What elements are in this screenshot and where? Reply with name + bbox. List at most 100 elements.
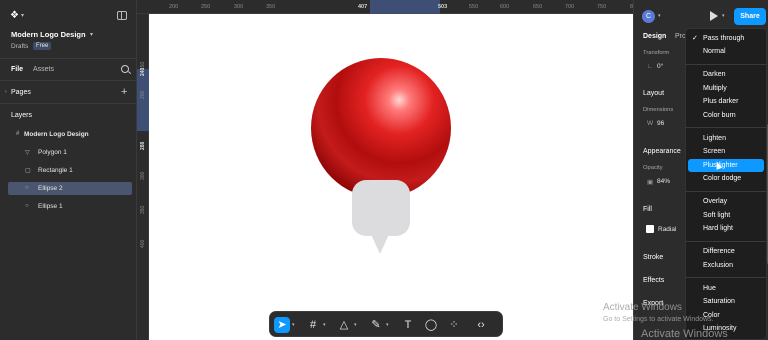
file-title[interactable]: Modern Logo Design (11, 30, 86, 39)
menu-item-screen[interactable]: Screen (688, 145, 764, 158)
fill-swatch[interactable] (646, 225, 654, 233)
ruler-tick: 350 (266, 4, 276, 10)
shape-tool-icon[interactable]: △ (336, 317, 352, 333)
ruler-tick: 700 (565, 4, 575, 10)
chevron-down-icon[interactable]: ▾ (354, 322, 357, 328)
sidebar-toggle-icon[interactable] (117, 11, 127, 20)
tab-assets[interactable]: Assets (33, 66, 54, 73)
actions-tool-icon[interactable]: ⁘ (446, 317, 462, 333)
blend-mode-menu: ✓ Pass through Normal Darken Multiply Pl… (685, 28, 767, 340)
menu-item-soft-light[interactable]: Soft light (688, 209, 764, 222)
file-menu-chevron-icon[interactable]: ▾ (90, 31, 93, 38)
layer-label: Rectangle 1 (38, 167, 73, 174)
menu-divider (686, 241, 766, 242)
figma-logo-icon[interactable]: ❖ (10, 10, 19, 21)
menu-item-lighten[interactable]: Lighten (688, 132, 764, 145)
chevron-down-icon[interactable]: ▾ (323, 322, 326, 328)
stroke-section-label[interactable]: Stroke (643, 254, 663, 261)
divider (0, 58, 137, 59)
dev-mode-tool-icon[interactable]: ‹› (473, 317, 489, 333)
chevron-down-icon[interactable]: ▾ (658, 13, 661, 19)
plan-badge: Free (33, 42, 52, 50)
layer-label: Polygon 1 (38, 149, 67, 156)
ruler-tick: 650 (533, 4, 543, 10)
menu-item-label: Difference (703, 247, 735, 255)
watermark-subtitle: Go to Settings to activate Windows. (603, 316, 714, 323)
menu-item-multiply[interactable]: Multiply (688, 82, 764, 95)
chevron-down-icon[interactable]: ▾ (21, 12, 24, 19)
bottom-toolbar: ➤ ▾ # ▾ △ ▾ ✎ ▾ T ◯ ⁘ ‹› (269, 311, 503, 337)
checkmark-icon: ✓ (692, 35, 698, 42)
tab-file[interactable]: File (11, 66, 23, 73)
ruler-tick: 750 (597, 4, 607, 10)
menu-item-label: Screen (703, 147, 726, 155)
menu-item-difference[interactable]: Difference (688, 245, 764, 258)
search-icon[interactable] (121, 65, 129, 73)
ruler-tick-selection-start: 407 (358, 4, 368, 10)
menu-item-overlay[interactable]: Overlay (688, 195, 764, 208)
move-tool-icon[interactable]: ➤ (274, 317, 290, 333)
width-prefix: W (647, 120, 654, 127)
rectangle-1-shape[interactable] (352, 180, 410, 236)
menu-item-label: Multiply (703, 84, 727, 92)
ruler-tick: 550 (469, 4, 479, 10)
chevron-down-icon[interactable]: ▾ (292, 322, 295, 328)
width-input[interactable]: 96 (657, 120, 664, 127)
layer-row-polygon[interactable]: ▽ Polygon 1 (8, 146, 132, 159)
left-ruler: 150 200 240 288 300 350 400 (137, 14, 149, 340)
ruler-tick: 400 (140, 239, 146, 248)
ruler-tick-selection-end: 503 (438, 4, 448, 10)
chevron-down-icon[interactable]: ▾ (386, 322, 389, 328)
menu-item-hue[interactable]: Hue (688, 282, 764, 295)
ruler-tick-selection-end: 288 (140, 141, 146, 150)
menu-item-pass-through[interactable]: ✓ Pass through (688, 32, 764, 45)
add-page-icon[interactable]: + (121, 86, 127, 98)
chevron-right-icon[interactable]: › (5, 89, 7, 95)
effects-section-label[interactable]: Effects (643, 277, 664, 284)
menu-item-label: Lighten (703, 134, 726, 142)
frame-tool-icon[interactable]: # (305, 317, 321, 333)
comment-tool-icon[interactable]: ◯ (423, 317, 439, 333)
menu-divider (686, 127, 766, 128)
menu-item-color-dodge[interactable]: Color dodge (688, 172, 764, 185)
ellipse-2-shape[interactable] (311, 58, 451, 198)
layer-row-frame[interactable]: # Modern Logo Design (8, 128, 132, 141)
ellipse-icon: ○ (25, 185, 29, 191)
dimensions-label: Dimensions (643, 107, 674, 113)
ruler-tick: 200 (169, 4, 179, 10)
tab-design[interactable]: Design (643, 33, 666, 40)
chevron-down-icon[interactable]: ▾ (722, 13, 725, 19)
pen-tool-icon[interactable]: ✎ (368, 317, 384, 333)
menu-item-hard-light[interactable]: Hard light (688, 222, 764, 235)
pages-section-label[interactable]: Pages (11, 89, 31, 96)
menu-item-plus-darker[interactable]: Plus darker (688, 95, 764, 108)
divider (0, 80, 137, 81)
text-tool-icon[interactable]: T (400, 317, 416, 333)
fill-type[interactable]: Radial (658, 226, 676, 233)
opacity-input[interactable]: 84% (657, 178, 670, 185)
top-ruler: 200 250 300 350 407 503 550 600 650 700 … (137, 0, 671, 14)
menu-item-saturation[interactable]: Saturation (688, 295, 764, 308)
menu-divider (686, 191, 766, 192)
layer-row-ellipse-2[interactable]: ○ Ellipse 2 (8, 182, 132, 195)
menu-item-color-burn[interactable]: Color burn (688, 109, 764, 122)
fill-section-label: Fill (643, 206, 652, 213)
design-canvas[interactable] (149, 14, 633, 340)
menu-item-label: Color dodge (703, 174, 742, 182)
avatar[interactable]: C (642, 10, 655, 23)
layer-row-rectangle[interactable]: ▢ Rectangle 1 (8, 164, 132, 177)
menu-item-exclusion[interactable]: Exclusion (688, 259, 764, 272)
present-play-icon[interactable] (710, 11, 718, 21)
ruler-selection-highlight (137, 69, 149, 131)
ruler-tick: 350 (140, 205, 146, 214)
menu-item-darken[interactable]: Darken (688, 68, 764, 81)
menu-item-label: Saturation (703, 297, 735, 305)
menu-item-normal[interactable]: Normal (688, 45, 764, 58)
rotation-value[interactable]: 0° (657, 63, 663, 70)
menu-item-label: Color burn (703, 111, 736, 119)
menu-item-label: Exclusion (703, 261, 733, 269)
polygon-1-shape[interactable] (370, 232, 390, 254)
layer-row-ellipse-1[interactable]: ○ Ellipse 1 (8, 200, 132, 213)
menu-item-plus-lighter[interactable]: Plus lighter (688, 159, 764, 172)
share-button[interactable]: Share (734, 8, 766, 25)
